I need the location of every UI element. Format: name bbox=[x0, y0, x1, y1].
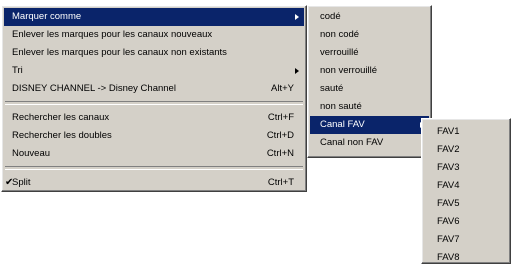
menu-item-fav2[interactable]: FAV2 bbox=[424, 141, 508, 159]
submenu-canal-fav: FAV1 FAV2 FAV3 FAV4 FAV5 FAV6 FAV7 FAV8 bbox=[421, 118, 511, 264]
menu-item-fav8[interactable]: FAV8 bbox=[424, 249, 508, 264]
menu-item-rechercher-canaux[interactable]: Rechercher les canaux Ctrl+F bbox=[4, 109, 304, 127]
menu-item-non-code[interactable]: non codé bbox=[310, 26, 429, 44]
menu-item-fav3[interactable]: FAV3 bbox=[424, 159, 508, 177]
menu-item-shortcut: Ctrl+D bbox=[266, 130, 294, 141]
menu-item-enlever-non-existants[interactable]: Enlever les marques pour les canaux non … bbox=[4, 44, 304, 62]
menu-item-label: FAV2 bbox=[437, 144, 460, 155]
menu-item-code[interactable]: codé bbox=[310, 8, 429, 26]
menu-item-verrouille[interactable]: verrouillé bbox=[310, 44, 429, 62]
menu-item-fav6[interactable]: FAV6 bbox=[424, 213, 508, 231]
menu-item-label: verrouillé bbox=[320, 47, 359, 58]
menu-item-label: Canal FAV bbox=[320, 119, 365, 130]
menu-item-split[interactable]: ✔ Split Ctrl+T bbox=[4, 174, 304, 192]
menu-item-shortcut: Ctrl+T bbox=[267, 177, 294, 188]
menu-item-label: FAV3 bbox=[437, 162, 460, 173]
menu-item-shortcut: Alt+Y bbox=[271, 83, 294, 94]
menu-item-label: sauté bbox=[320, 83, 344, 94]
menu-item-label: FAV8 bbox=[437, 252, 460, 263]
menu-item-marquer-comme[interactable]: Marquer comme bbox=[4, 8, 304, 26]
submenu-marquer-comme: codé non codé verrouillé non verrouillé … bbox=[307, 5, 432, 158]
menu-item-fav4[interactable]: FAV4 bbox=[424, 177, 508, 195]
menu-item-canal-fav[interactable]: Canal FAV bbox=[310, 116, 429, 134]
submenu-arrow-icon bbox=[295, 14, 299, 20]
menu-item-rechercher-doubles[interactable]: Rechercher les doubles Ctrl+D bbox=[4, 127, 304, 145]
menu-item-label: FAV4 bbox=[437, 180, 460, 191]
menu-item-label: Rechercher les doubles bbox=[12, 130, 112, 141]
menu-item-non-saute[interactable]: non sauté bbox=[310, 98, 429, 116]
menu-item-rename-disney[interactable]: DISNEY CHANNEL -> Disney Channel Alt+Y bbox=[4, 80, 304, 98]
menu-item-label: FAV6 bbox=[437, 216, 460, 227]
menu-item-label: non sauté bbox=[320, 101, 362, 112]
menu-separator bbox=[5, 166, 303, 170]
menu-item-fav1[interactable]: FAV1 bbox=[424, 123, 508, 141]
menu-item-label: Enlever les marques pour les canaux non … bbox=[12, 47, 227, 58]
menu-item-label: non codé bbox=[320, 29, 360, 40]
menu-item-shortcut: Ctrl+F bbox=[267, 112, 294, 123]
menu-item-label: non verrouillé bbox=[320, 65, 378, 76]
menu-item-enlever-nouveaux[interactable]: Enlever les marques pour les canaux nouv… bbox=[4, 26, 304, 44]
menu-separator bbox=[5, 101, 303, 105]
menu-item-label: FAV7 bbox=[437, 234, 460, 245]
menu-item-canal-non-fav[interactable]: Canal non FAV bbox=[310, 134, 429, 152]
menu-item-label: FAV1 bbox=[437, 126, 460, 137]
menu-item-non-verrouille[interactable]: non verrouillé bbox=[310, 62, 429, 80]
menu-item-fav7[interactable]: FAV7 bbox=[424, 231, 508, 249]
menu-item-saute[interactable]: sauté bbox=[310, 80, 429, 98]
menu-item-label: DISNEY CHANNEL -> Disney Channel bbox=[12, 83, 176, 94]
submenu-arrow-icon bbox=[295, 68, 299, 74]
menu-item-label: Marquer comme bbox=[12, 11, 82, 22]
menu-item-label: Tri bbox=[12, 65, 23, 76]
menu-item-label: Rechercher les canaux bbox=[12, 112, 110, 123]
menu-item-fav5[interactable]: FAV5 bbox=[424, 195, 508, 213]
menu-item-shortcut: Ctrl+N bbox=[266, 148, 294, 159]
menu-item-tri[interactable]: Tri bbox=[4, 62, 304, 80]
menu-item-label: FAV5 bbox=[437, 198, 460, 209]
menu-item-label: codé bbox=[320, 11, 341, 22]
menu-item-label: Nouveau bbox=[12, 148, 51, 159]
menu-item-label: Split bbox=[12, 177, 31, 188]
menu-item-nouveau[interactable]: Nouveau Ctrl+N bbox=[4, 145, 304, 163]
context-menu-main: Marquer comme Enlever les marques pour l… bbox=[1, 5, 307, 192]
menu-item-label: Canal non FAV bbox=[320, 137, 384, 148]
menu-item-label: Enlever les marques pour les canaux nouv… bbox=[12, 29, 213, 40]
